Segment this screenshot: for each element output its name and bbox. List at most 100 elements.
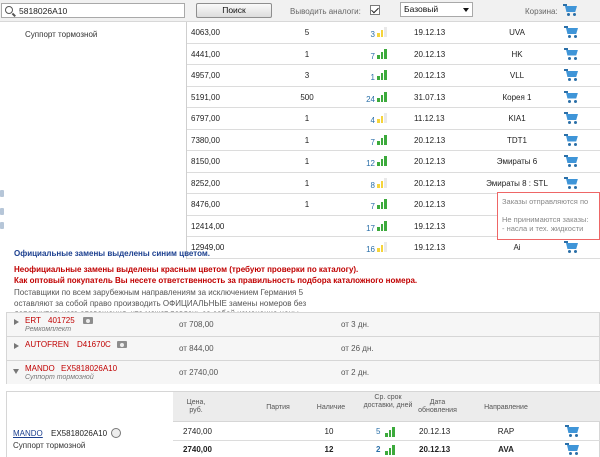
offer-direction: KIA1: [508, 114, 526, 123]
header-stock: Наличие: [316, 404, 346, 411]
offer-direction: Эмираты 8 : STL: [486, 178, 548, 188]
analog-group-ert[interactable]: ERT 401725 Ремкомплект от 708,00 от 3 дн…: [6, 312, 600, 336]
add-to-cart-icon[interactable]: [564, 155, 580, 168]
tooltip-line: - насла и тех. жидкости: [502, 224, 584, 233]
add-to-cart-icon[interactable]: [564, 90, 580, 104]
camera-icon[interactable]: [117, 341, 127, 348]
header-direction: Направление: [484, 404, 528, 411]
add-to-cart-icon[interactable]: [564, 176, 580, 190]
offer-update-date: 11.12.13: [414, 114, 445, 123]
header-price: Цена, руб.: [186, 399, 206, 414]
offer-quantity: 3: [304, 71, 310, 80]
table-row: 4441,00 1 7 20.12.13 HK: [187, 44, 600, 65]
offer-delivery-days: 2: [376, 445, 381, 454]
camera-icon[interactable]: [83, 317, 93, 324]
add-to-cart-icon[interactable]: [564, 47, 580, 61]
mando-subtitle: Суппорт тормозной: [13, 441, 86, 450]
offer-quantity: 1: [304, 114, 310, 123]
offer-direction: HK: [511, 49, 523, 59]
search-input[interactable]: [19, 5, 183, 16]
search-icon: [5, 6, 13, 14]
group-brand: AUTOFREN: [25, 340, 69, 349]
offer-delivery-days: 5: [376, 427, 381, 436]
offer-delivery-days: 24: [366, 94, 375, 104]
table-row: 4063,00 5 3 19.12.13 UVA: [187, 22, 600, 44]
offer-delivery-days: 1: [370, 73, 375, 82]
offer-delivery-days: 17: [366, 223, 375, 233]
offer-quantity: 1: [304, 178, 310, 188]
side-marker: [0, 222, 4, 229]
add-to-cart-icon[interactable]: [564, 241, 580, 254]
offer-direction: RAP: [497, 427, 515, 436]
price-type-select[interactable]: Базовый: [400, 2, 473, 17]
table-row: 7380,00 1 7 20.12.13 TDT1: [187, 130, 600, 151]
analog-groups: ERT 401725 Ремкомплект от 708,00 от 3 дн…: [6, 312, 600, 384]
availability-bars-icon: [377, 199, 387, 209]
side-marker: [0, 208, 4, 215]
offer-price: 4063,00: [191, 28, 220, 37]
offer-update-date: 20.12.13: [414, 200, 446, 209]
group-days: от 2 дн.: [341, 368, 370, 377]
chevron-right-icon[interactable]: [14, 319, 19, 325]
availability-bars-icon: [377, 156, 387, 166]
offer-quantity: 5: [304, 28, 310, 37]
add-to-cart-icon[interactable]: [564, 133, 580, 147]
price-type-value: Базовый: [404, 4, 439, 14]
offer-direction: AVA: [498, 445, 514, 454]
offer-update-date: 19.12.13: [414, 28, 446, 37]
group-brand: MANDO: [25, 364, 55, 373]
offer-quantity: 500: [300, 92, 314, 102]
add-to-cart-icon[interactable]: [565, 425, 581, 438]
offer-price: 8150,00: [191, 157, 220, 166]
unofficial-replacements-note: Неофициальные замены выделены красным цв…: [14, 265, 359, 274]
offer-quantity: 1: [304, 200, 310, 209]
search-field[interactable]: [1, 3, 185, 18]
chevron-down-icon: [463, 8, 469, 12]
official-replacements-note: Официальные замены выделены синим цветом…: [14, 249, 210, 258]
mando-article: EX5818026A10: [51, 429, 108, 438]
offer-delivery-days: 3: [370, 30, 375, 39]
group-brand: ERT: [25, 316, 41, 325]
group-article: 401725: [48, 316, 75, 325]
offer-direction: UVA: [509, 28, 525, 37]
search-button[interactable]: Поиск: [196, 3, 272, 18]
add-to-cart-icon[interactable]: [564, 69, 580, 82]
info-icon[interactable]: [111, 428, 121, 438]
table-header: Цена, руб. Партия Наличие Ср. срок доста…: [173, 392, 600, 422]
offer-direction: Эмираты 6: [496, 157, 538, 166]
availability-bars-icon: [377, 27, 387, 37]
offer-quantity: 1: [304, 49, 310, 59]
chevron-right-icon[interactable]: [14, 343, 19, 349]
table-row: 6797,00 1 4 11.12.13 KIA1: [187, 108, 600, 130]
add-to-cart-icon[interactable]: [565, 443, 581, 456]
offer-direction: Корея 1: [502, 92, 532, 102]
side-marker: [0, 190, 4, 197]
offer-price: 2740,00: [183, 445, 212, 454]
table-row: 2740,00 12 2 20.12.13 AVA: [173, 441, 600, 457]
offer-price: 7380,00: [191, 135, 220, 145]
supplier-tooltip: Заказы отправляются по Не принимаются за…: [497, 192, 600, 240]
add-to-cart-icon[interactable]: [564, 112, 580, 125]
offer-price: 8476,00: [191, 200, 220, 209]
header-avg-delivery: Ср. срок доставки, дней: [363, 394, 413, 409]
analog-group-mando[interactable]: MANDO EX5818026A10 Суппорт тормозной от …: [6, 360, 600, 384]
offer-update-date: 20.12.13: [419, 445, 451, 454]
part-description: Суппорт тормозной: [25, 30, 98, 39]
mando-offers-table: Цена, руб. Партия Наличие Ср. срок доста…: [6, 391, 600, 457]
cart-icon[interactable]: [563, 4, 579, 17]
analog-group-autofren[interactable]: AUTOFREN D41670C от 844,00 от 26 дн.: [6, 336, 600, 360]
chevron-down-icon[interactable]: [13, 369, 19, 374]
group-days: от 26 дн.: [341, 344, 374, 353]
group-article: D41670C: [77, 340, 111, 349]
offer-price: 12414,00: [191, 221, 225, 231]
show-analogs-checkbox[interactable]: [370, 5, 380, 15]
mando-brand-link[interactable]: MANDO: [13, 429, 43, 438]
tooltip-line: Заказы отправляются по: [502, 197, 589, 206]
availability-bars-icon: [377, 70, 387, 80]
add-to-cart-icon[interactable]: [564, 26, 580, 39]
availability-bars-icon: [385, 445, 395, 455]
offer-update-date: 31.07.13: [414, 92, 446, 102]
replacement-notes: Официальные замены выделены синим цветом…: [14, 249, 484, 320]
offer-update-date: 20.12.13: [414, 135, 446, 145]
availability-bars-icon: [377, 220, 387, 231]
